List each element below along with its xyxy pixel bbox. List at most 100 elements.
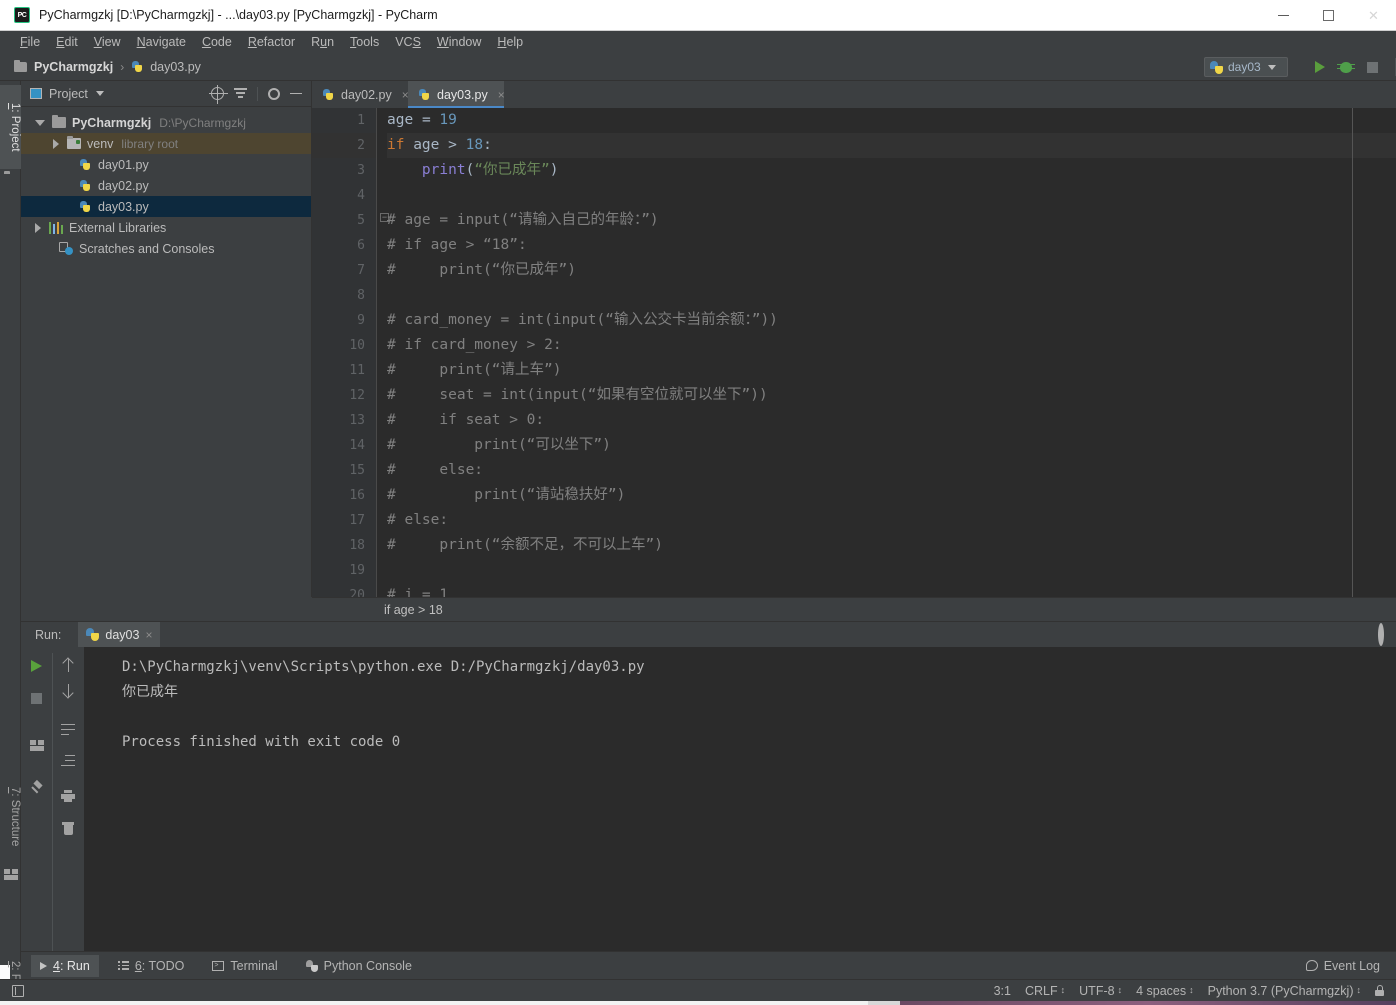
scroll-from-source-icon[interactable] bbox=[209, 85, 228, 104]
scroll-to-end-button[interactable] bbox=[53, 748, 83, 773]
breadcrumb-project[interactable]: PyCharmgzkj bbox=[34, 60, 113, 74]
python-file-icon bbox=[418, 88, 431, 102]
breadcrumb-separator: › bbox=[120, 59, 125, 74]
menu-help[interactable]: Help bbox=[489, 31, 531, 53]
tree-item-day03[interactable]: day03.py bbox=[21, 196, 311, 217]
down-button[interactable] bbox=[53, 678, 83, 703]
tab-day02[interactable]: day02.py × bbox=[312, 81, 409, 108]
bottom-item-todo[interactable]: 6: TODO bbox=[109, 955, 194, 977]
bottom-item-run[interactable]: 4: Run bbox=[31, 954, 99, 977]
code-line[interactable]: # seat = int(input(“如果有空位就可以坐下”)) bbox=[387, 383, 1396, 408]
menu-file[interactable]: File bbox=[12, 31, 48, 53]
bubble-icon bbox=[1305, 960, 1318, 971]
code-editor[interactable]: 1 2 3 4 5 6 7 8 9 10 11 12 13 14 15 16 17 18 19 20 − age = … bbox=[312, 108, 1396, 597]
editor-gutter[interactable]: 1 2 3 4 5 6 7 8 9 10 11 12 13 14 15 16 17 18 19 20 bbox=[312, 108, 377, 597]
chevron-down-icon[interactable] bbox=[95, 91, 104, 96]
menu-navigate[interactable]: Navigate bbox=[129, 31, 194, 53]
close-icon[interactable]: × bbox=[498, 88, 505, 102]
status-line-separator[interactable]: CRLF ↕ bbox=[1025, 984, 1065, 998]
status-caret-position[interactable]: 3:1 bbox=[994, 984, 1011, 998]
breadcrumb-text[interactable]: if age > 18 bbox=[384, 603, 443, 617]
minimize-button[interactable] bbox=[1261, 0, 1306, 31]
status-encoding[interactable]: UTF-8 ↕ bbox=[1079, 984, 1122, 998]
run-configuration-selector[interactable]: day03 bbox=[1204, 57, 1288, 77]
menu-refactor[interactable]: Refactor bbox=[240, 31, 303, 53]
tab-day03[interactable]: day03.py × bbox=[408, 81, 505, 108]
gear-icon[interactable] bbox=[268, 87, 280, 100]
tree-item-venv[interactable]: venv library root bbox=[21, 133, 311, 154]
pin-tab-button[interactable] bbox=[21, 776, 52, 801]
code-line[interactable]: # print(“请站稳扶好”) bbox=[387, 483, 1396, 508]
hide-icon[interactable] bbox=[290, 92, 302, 95]
sidebar-toggle-icon[interactable] bbox=[12, 984, 24, 997]
run-tab-day03[interactable]: day03 × bbox=[78, 622, 161, 647]
menu-run[interactable]: Run bbox=[303, 31, 342, 53]
code-line[interactable]: # print(“你已成年”) bbox=[387, 258, 1396, 283]
code-line[interactable] bbox=[387, 558, 1396, 583]
code-line[interactable]: # if seat > 0: bbox=[387, 408, 1396, 433]
run-console-output[interactable]: D:\PyCharmgzkj\venv\Scripts\python.exe D… bbox=[84, 647, 1396, 952]
debug-button[interactable] bbox=[1336, 57, 1356, 77]
code-line[interactable] bbox=[387, 283, 1396, 308]
code-line[interactable]: # print(“余额不足，不可以上车”) bbox=[387, 533, 1396, 558]
code-line[interactable]: # card_money = int(input(“输入公交卡当前余额：”)) bbox=[387, 308, 1396, 333]
run-button[interactable] bbox=[1310, 57, 1330, 77]
menu-code[interactable]: Code bbox=[194, 31, 240, 53]
code-line[interactable]: print(“你已成年”) bbox=[387, 158, 1396, 183]
menu-edit[interactable]: Edit bbox=[48, 31, 86, 53]
editor-code-area[interactable]: age = 19 if age > 18: print(“你已成年”) # age… bbox=[387, 108, 1396, 597]
breadcrumb-file[interactable]: day03.py bbox=[150, 60, 201, 74]
code-line[interactable]: # else: bbox=[387, 458, 1396, 483]
chevron-down-icon[interactable] bbox=[35, 119, 45, 126]
close-button[interactable]: ✕ bbox=[1351, 0, 1396, 31]
tree-item-pycharmgzkj[interactable]: PyCharmgzkj D:\PyCharmgzkj bbox=[21, 112, 311, 133]
sidebar-item-structure[interactable]: 7: Structure bbox=[0, 769, 21, 865]
maximize-button[interactable] bbox=[1306, 0, 1351, 31]
up-button[interactable] bbox=[53, 653, 83, 678]
status-indent[interactable]: 4 spaces ↕ bbox=[1136, 984, 1194, 998]
layout-button[interactable] bbox=[21, 733, 52, 758]
event-log-button[interactable]: Event Log bbox=[1305, 959, 1396, 973]
line-number: 12 bbox=[349, 388, 365, 403]
bottom-item-terminal[interactable]: > Terminal bbox=[203, 955, 286, 977]
collapse-all-icon[interactable] bbox=[234, 87, 247, 100]
tree-item-scratches[interactable]: Scratches and Consoles bbox=[21, 238, 311, 259]
tree-item-day02[interactable]: day02.py bbox=[21, 175, 311, 196]
run-settings-button[interactable] bbox=[1378, 622, 1384, 646]
menu-view[interactable]: View bbox=[86, 31, 129, 53]
menu-vcs[interactable]: VCS bbox=[387, 31, 429, 53]
soft-wrap-button[interactable] bbox=[53, 717, 83, 742]
code-line[interactable]: # else: bbox=[387, 508, 1396, 533]
stop-button[interactable] bbox=[1362, 57, 1382, 77]
stop-process-button[interactable] bbox=[21, 686, 52, 711]
layout-icon bbox=[29, 740, 44, 751]
scratches-icon bbox=[59, 242, 73, 255]
tree-item-day01[interactable]: day01.py bbox=[21, 154, 311, 175]
code-line[interactable]: # if age > “18”: bbox=[387, 233, 1396, 258]
code-line[interactable]: # print(“可以坐下”) bbox=[387, 433, 1396, 458]
code-line[interactable]: # if card_money > 2: bbox=[387, 333, 1396, 358]
code-token: # else: bbox=[387, 512, 449, 528]
rerun-button[interactable] bbox=[21, 653, 52, 678]
code-line[interactable]: age = 19 bbox=[387, 108, 1396, 133]
code-line[interactable]: # print(“请上车”) bbox=[387, 358, 1396, 383]
tab-label: day03.py bbox=[437, 87, 488, 102]
chevron-right-icon[interactable] bbox=[53, 138, 59, 149]
clear-all-button[interactable] bbox=[53, 816, 83, 841]
status-interpreter[interactable]: Python 3.7 (PyCharmgzkj) ↕ bbox=[1208, 984, 1361, 998]
print-button[interactable] bbox=[53, 783, 83, 808]
sidebar-item-project[interactable]: 1: Project bbox=[0, 85, 21, 169]
chevron-right-icon[interactable] bbox=[35, 222, 41, 233]
code-line[interactable]: # i = 1 bbox=[387, 583, 1396, 597]
menu-tools[interactable]: Tools bbox=[342, 31, 387, 53]
close-icon[interactable]: × bbox=[145, 628, 152, 642]
lock-icon[interactable] bbox=[1375, 985, 1384, 996]
code-token: # if seat > 0: bbox=[387, 412, 545, 428]
bottom-item-python-console[interactable]: Python Console bbox=[297, 955, 421, 977]
tree-item-external-libraries[interactable]: External Libraries bbox=[21, 217, 311, 238]
code-line[interactable]: if age > 18: bbox=[387, 133, 1396, 158]
menu-window[interactable]: Window bbox=[429, 31, 489, 53]
code-line[interactable] bbox=[387, 183, 1396, 208]
code-line[interactable]: # age = input(“请输入自己的年龄：”) bbox=[387, 208, 1396, 233]
